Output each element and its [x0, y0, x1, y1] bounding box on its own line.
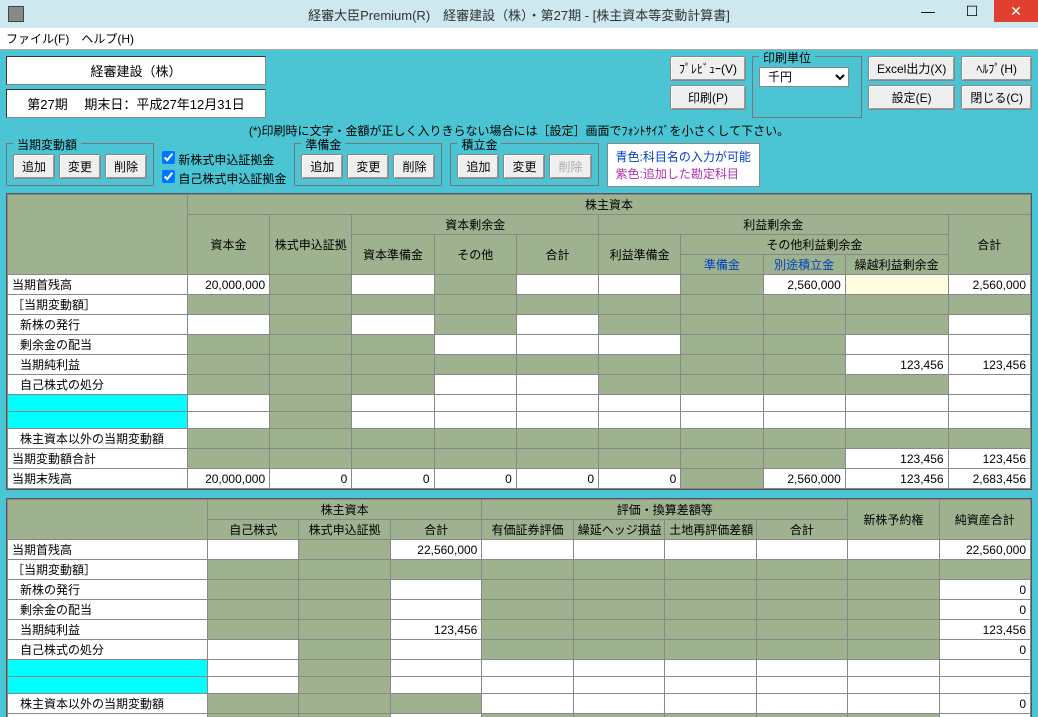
excel-button[interactable]: Excel出力(X)	[868, 56, 955, 81]
minimize-button[interactable]: —	[906, 0, 950, 22]
touki-add-button[interactable]: 追加	[13, 154, 55, 179]
legend-box: 青色:科目名の入力が可能 紫色:追加した勘定科目	[607, 143, 760, 187]
close-panel-button[interactable]: 閉じる(C)	[961, 85, 1032, 110]
touki-delete-button[interactable]: 削除	[105, 154, 147, 179]
titlebar: 経審大臣Premium(R) 経審建設（株）・第27期 - [株主資本等変動計算…	[0, 0, 1038, 28]
legend-blue: 青色:科目名の入力が可能	[616, 148, 751, 165]
group-touki: 当期変動額	[13, 136, 81, 153]
group-tsumitate: 積立金	[457, 136, 501, 153]
printunit-label: 印刷単位	[759, 50, 815, 66]
menu-file[interactable]: ファイル(F)	[6, 30, 69, 47]
app-icon	[8, 6, 24, 22]
menubar: ファイル(F) ヘルプ(H)	[0, 28, 1038, 50]
maximize-button[interactable]: ☐	[950, 0, 994, 22]
setting-button[interactable]: 設定(E)	[868, 85, 955, 110]
check-shinkabu[interactable]: 新株式申込証拠金	[162, 151, 286, 168]
window-title: 経審大臣Premium(R) 経審建設（株）・第27期 - [株主資本等変動計算…	[308, 5, 730, 24]
menu-help[interactable]: ヘルプ(H)	[81, 30, 134, 47]
equity-table-2: 株主資本 評価・換算差額等 新株予約権 純資産合計 自己株式 株式申込証拠 合計…	[7, 499, 1031, 717]
tsumitate-delete-button[interactable]: 削除	[549, 154, 591, 179]
check-jiko[interactable]: 自己株式申込証拠金	[162, 170, 286, 187]
junbi-delete-button[interactable]: 削除	[393, 154, 435, 179]
junbi-change-button[interactable]: 変更	[347, 154, 389, 179]
print-button[interactable]: 印刷(P)	[670, 85, 746, 110]
close-button[interactable]: ✕	[994, 0, 1038, 22]
print-note: (*)印刷時に文字・金額が正しく入りきらない場合には［設定］画面でﾌｫﾝﾄｻｲｽ…	[6, 122, 1032, 139]
group-junbi: 準備金	[301, 136, 345, 153]
tsumitate-change-button[interactable]: 変更	[503, 154, 545, 179]
touki-change-button[interactable]: 変更	[59, 154, 101, 179]
equity-table-1: 株主資本 資本金 株式申込証拠 資本剰余金 利益剰余金 合計 資本準備金 その他…	[7, 194, 1031, 489]
legend-purple: 紫色:追加した勘定科目	[616, 165, 751, 182]
help-button[interactable]: ﾍﾙﾌﾟ(H)	[961, 56, 1032, 81]
junbi-add-button[interactable]: 追加	[301, 154, 343, 179]
tsumitate-add-button[interactable]: 追加	[457, 154, 499, 179]
printunit-select[interactable]: 千円	[759, 67, 849, 87]
period-info: 第27期 期末日：平成27年12月31日	[6, 89, 266, 118]
company-name: 経審建設（株）	[6, 56, 266, 85]
preview-button[interactable]: ﾌﾟﾚﾋﾞｭｰ(V)	[670, 56, 746, 81]
